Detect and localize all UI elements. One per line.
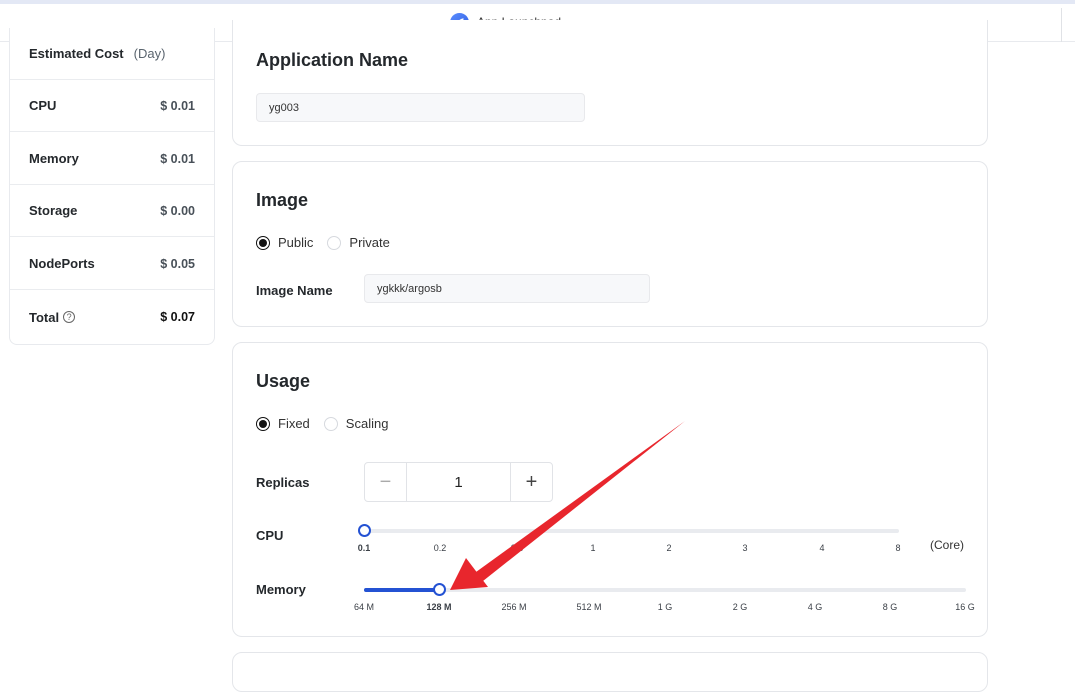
annotation-arrow [450,421,685,590]
